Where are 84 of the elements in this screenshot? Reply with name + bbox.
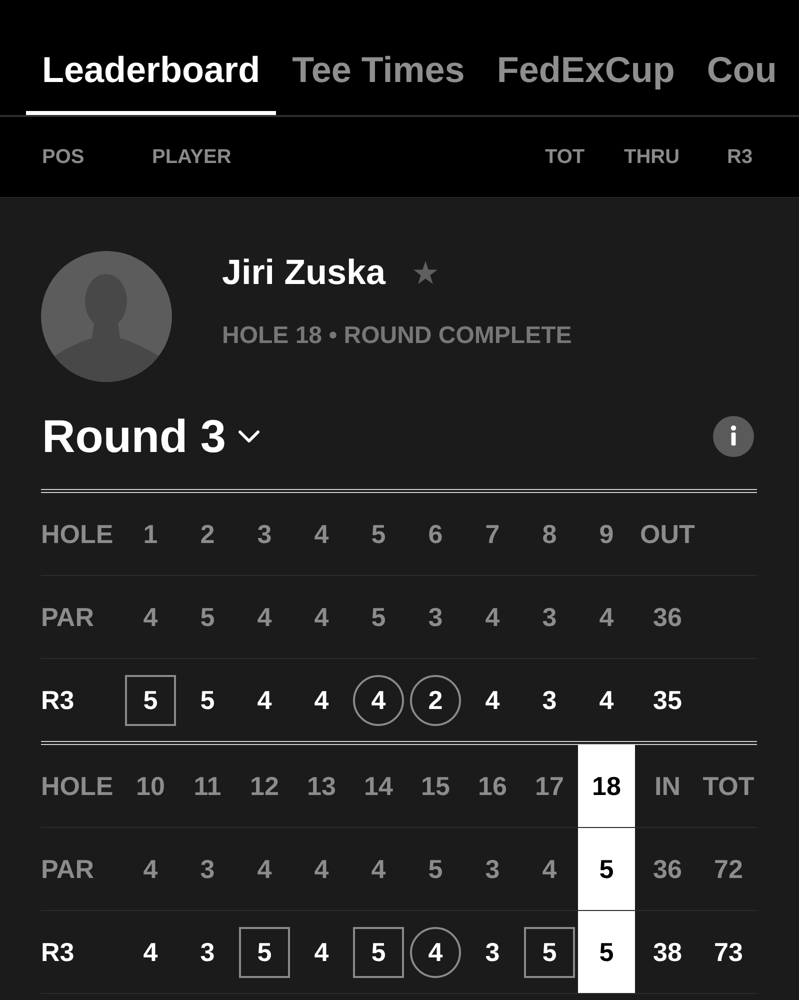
total-label: TOT (702, 770, 756, 802)
hole-number: 3 (256, 518, 273, 550)
round-dropdown[interactable]: Round 3 (42, 409, 260, 463)
par-value: 4 (313, 600, 330, 634)
par-value: 4 (598, 600, 615, 634)
hole-number: 9 (598, 518, 615, 550)
hole-number: 5 (370, 518, 387, 550)
nav-tab[interactable]: Cou (690, 0, 793, 115)
score-value: 4 (313, 936, 330, 968)
par-value: 4 (142, 852, 159, 886)
par-value: 3 (541, 600, 558, 634)
hole-number: 13 (306, 770, 337, 802)
score-value: 3 (199, 936, 216, 968)
hole-number: 16 (477, 770, 508, 802)
par-value: 4 (142, 600, 159, 634)
par-value: 4 (541, 852, 558, 886)
par-value: 4 (256, 600, 273, 634)
hole-number: 15 (420, 770, 451, 802)
score-total: 38 (652, 936, 683, 968)
par-value: 5 (199, 600, 216, 634)
par-value: 3 (427, 600, 444, 634)
star-icon[interactable] (413, 261, 438, 285)
par-value: 4 (256, 852, 273, 886)
hole-number: 14 (363, 770, 394, 802)
score-value: 4 (256, 684, 273, 716)
info-icon[interactable] (713, 416, 754, 456)
avatar-silhouette-icon (41, 251, 172, 382)
score-value: 4 (142, 936, 159, 968)
total-label: OUT (639, 518, 696, 550)
column-header: THRU (624, 146, 681, 168)
nav-tab[interactable]: FedExCup (480, 0, 691, 115)
par-value: 4 (313, 852, 330, 886)
par-value: 4 (484, 600, 501, 634)
hole-number: 17 (534, 770, 565, 802)
chevron-down-icon (238, 430, 260, 442)
hole-number: 6 (427, 518, 444, 550)
score-value: 4 (484, 684, 501, 716)
player-status: HOLE 18 • ROUND COMPLETE (222, 321, 572, 351)
row-label: PAR (41, 852, 95, 886)
score-value: 3 (541, 684, 558, 716)
score-total: 35 (652, 684, 683, 716)
hole-number: 18 (578, 745, 635, 827)
column-header: POS (42, 146, 86, 168)
score-value: 4 (598, 684, 615, 716)
score-value: 5 (524, 926, 575, 978)
score-value: 4 (353, 674, 404, 726)
column-header: R3 (727, 146, 754, 168)
par-value: 5 (578, 828, 635, 910)
row-label: PAR (41, 600, 95, 634)
score-value: 5 (199, 684, 216, 716)
row-label: R3 (41, 936, 76, 968)
par-total: 36 (652, 600, 683, 634)
par-value: 3 (199, 852, 216, 886)
score-value: 3 (484, 936, 501, 968)
hole-number: 11 (192, 770, 222, 802)
score-value: 5 (125, 674, 176, 726)
column-header: TOT (545, 146, 586, 168)
hole-number: 12 (249, 770, 280, 802)
par-total: 36 (652, 852, 683, 886)
hole-number: 8 (541, 518, 558, 550)
score-value: 5 (353, 926, 404, 978)
score-value: 4 (410, 926, 461, 978)
hole-number: 4 (313, 518, 330, 550)
total-label: IN (654, 770, 682, 802)
score-value: 4 (313, 684, 330, 716)
hole-number: 1 (142, 518, 159, 550)
row-label: R3 (41, 684, 76, 716)
column-header: PLAYER (152, 146, 232, 168)
row-label: HOLE (41, 770, 114, 802)
hole-number: 2 (199, 518, 216, 550)
par-value: 5 (370, 600, 387, 634)
par-value: 5 (427, 852, 444, 886)
player-name: Jiri Zuska (222, 254, 386, 292)
hole-number: 7 (484, 518, 501, 550)
hole-number: 10 (135, 770, 166, 802)
score-total: 73 (713, 936, 744, 968)
score-value: 2 (410, 674, 461, 726)
par-value: 4 (370, 852, 387, 886)
par-total: 72 (713, 852, 744, 886)
score-value: 5 (239, 926, 290, 978)
par-value: 3 (484, 852, 501, 886)
score-value: 5 (578, 911, 635, 993)
nav-tab[interactable]: Tee Times (276, 0, 481, 115)
row-label: HOLE (41, 518, 114, 550)
